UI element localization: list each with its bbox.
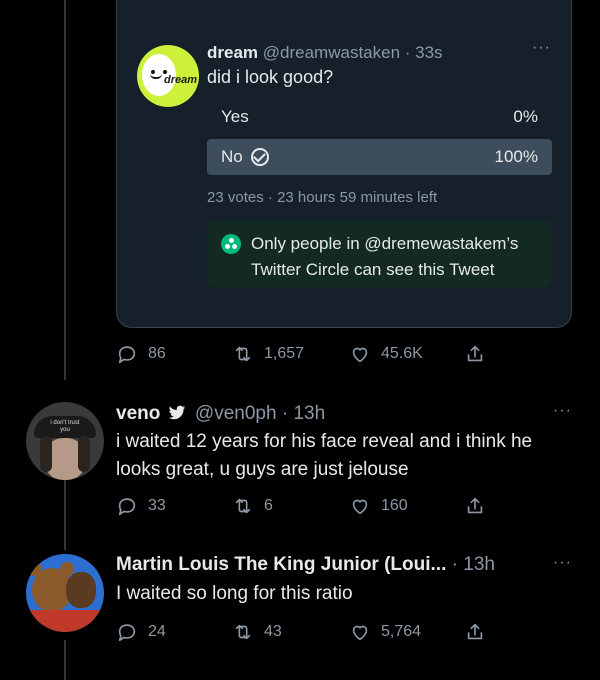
quoted-author-handle[interactable]: @dreamwastaken (263, 43, 400, 62)
reply-icon (116, 343, 138, 365)
martin-header: Martin Louis The King Junior (Loui... · … (116, 554, 495, 575)
poll-time-left: 23 hours 59 minutes left (277, 189, 438, 206)
quoted-tweet-text: did i look good? (207, 67, 334, 87)
retweet-count: 1,657 (264, 345, 305, 362)
veno-handle[interactable]: @ven0ph (195, 403, 277, 424)
reply-button[interactable]: 86 (116, 343, 166, 365)
quoted-tweet-header: dream @dreamwastaken · 33s (207, 43, 443, 62)
twitter-circle-notice: Only people in @dremewastakem’s Twitter … (207, 220, 552, 288)
quoted-timestamp[interactable]: 33s (415, 43, 442, 62)
avatar-caption: i don't trust you (50, 420, 80, 433)
share-button[interactable] (464, 621, 486, 643)
veno-name[interactable]: veno (116, 403, 160, 424)
share-button[interactable] (464, 343, 486, 365)
check-circle-icon (250, 148, 269, 166)
reply-icon (116, 621, 138, 643)
poll-meta: 23 votes · 23 hours 59 minutes left (207, 189, 438, 206)
retweet-button[interactable]: 43 (232, 621, 282, 643)
twitter-circle-icon (221, 234, 241, 254)
main-tweet-actions: 86 1,657 45.6K (116, 342, 576, 366)
avatar-brand-text: dream (164, 74, 198, 86)
retweet-icon (232, 343, 254, 365)
martin-timestamp[interactable]: 13h (463, 554, 495, 575)
martin-name[interactable]: Martin Louis The King Junior (Loui... (116, 554, 446, 575)
poll-option-label: Yes (221, 107, 249, 126)
martin-avatar[interactable] (26, 554, 104, 632)
thread-line-middle (64, 480, 66, 550)
retweet-button[interactable]: 6 (232, 495, 273, 517)
poll-option-label: No (221, 147, 243, 166)
reply-button[interactable]: 33 (116, 495, 166, 517)
share-button[interactable] (464, 495, 486, 517)
retweet-button[interactable]: 1,657 (232, 343, 304, 365)
like-button[interactable]: 45.6K (349, 343, 423, 365)
poll-option-percent: 0% (513, 107, 538, 126)
retweet-count: 6 (264, 497, 273, 514)
like-count: 5,764 (381, 623, 422, 640)
like-count: 45.6K (381, 345, 423, 362)
more-icon[interactable]: ··· (553, 402, 572, 420)
heart-icon (349, 495, 371, 517)
poll-option-yes[interactable]: Yes 0% (207, 99, 552, 135)
veno-header: veno @ven0ph · 13h (116, 403, 325, 427)
reply-count: 33 (148, 497, 166, 514)
heart-icon (349, 343, 371, 365)
share-icon (464, 343, 486, 365)
more-icon[interactable]: ··· (532, 39, 551, 57)
thread-line-bottom (64, 640, 66, 680)
like-button[interactable]: 160 (349, 495, 408, 517)
twitter-circle-text: Only people in @dremewastakem’s Twitter … (251, 234, 519, 279)
veno-actions: 33 6 160 (116, 494, 576, 518)
veno-avatar[interactable]: i don't trust you (26, 402, 104, 480)
share-icon (464, 495, 486, 517)
poll-votes: 23 votes (207, 189, 264, 206)
dream-avatar[interactable]: dream (137, 45, 199, 107)
reply-count: 86 (148, 345, 166, 362)
veno-reply-text: i waited 12 years for his face reveal an… (116, 431, 533, 480)
share-icon (464, 621, 486, 643)
like-button[interactable]: 5,764 (349, 621, 421, 643)
veno-timestamp[interactable]: 13h (293, 403, 325, 424)
quoted-tweet-card[interactable]: dream dream @dreamwastaken · 33s ··· did… (116, 0, 572, 328)
like-count: 160 (381, 497, 408, 514)
martin-actions: 24 43 5,764 (116, 620, 576, 644)
poll-option-percent: 100% (494, 147, 538, 166)
twitter-bird-icon (168, 405, 186, 427)
poll-option-no[interactable]: No 100% (207, 139, 552, 175)
thread-line-top (64, 0, 66, 380)
reply-icon (116, 495, 138, 517)
quoted-author-name[interactable]: dream (207, 43, 258, 62)
retweet-icon (232, 621, 254, 643)
heart-icon (349, 621, 371, 643)
reply-count: 24 (148, 623, 166, 640)
reply-button[interactable]: 24 (116, 621, 166, 643)
more-icon[interactable]: ··· (553, 554, 572, 572)
retweet-count: 43 (264, 623, 282, 640)
retweet-icon (232, 495, 254, 517)
martin-reply-text: I waited so long for this ratio (116, 583, 353, 604)
